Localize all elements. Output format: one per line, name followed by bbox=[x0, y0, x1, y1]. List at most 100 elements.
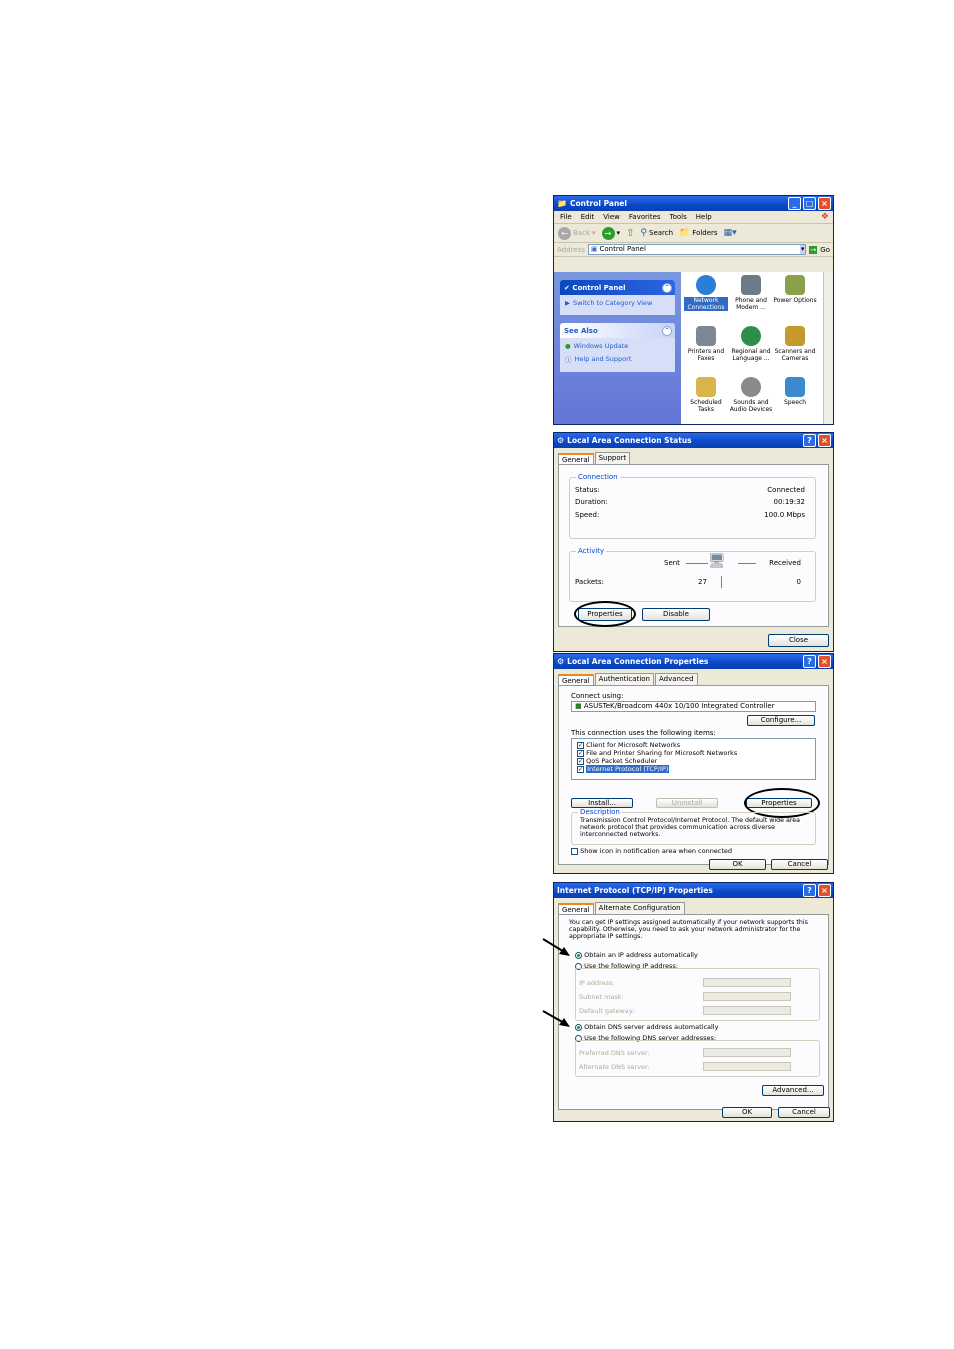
printers-faxes-icon[interactable]: Printers and Faxes bbox=[684, 326, 728, 362]
search-icon: ⚲ bbox=[640, 228, 648, 238]
control-panel-window: 📁 Control Panel _ □ × File Edit View Fav… bbox=[553, 195, 834, 425]
properties-highlight-circle bbox=[574, 601, 636, 627]
menu-view[interactable]: View bbox=[603, 213, 620, 221]
power-options-icon[interactable]: Power Options bbox=[773, 275, 817, 304]
close-button[interactable]: × bbox=[818, 884, 831, 897]
obtain-dns-radio[interactable]: Obtain DNS server address automatically bbox=[575, 1023, 718, 1031]
collapse-icon[interactable]: ⌃ bbox=[662, 325, 672, 336]
lan-properties-titlebar[interactable]: ⚙ Local Area Connection Properties ? × bbox=[554, 654, 833, 669]
tab-strip: General Alternate Configuration bbox=[554, 898, 833, 915]
phone-modem-icon[interactable]: Phone and Modem ... bbox=[729, 275, 773, 311]
help-button[interactable]: ? bbox=[803, 884, 816, 897]
list-item-selected[interactable]: ✓ Internet Protocol (TCP/IP) bbox=[577, 765, 670, 773]
menu-help[interactable]: Help bbox=[696, 213, 712, 221]
forward-arrow-icon: → bbox=[601, 226, 615, 240]
help-button[interactable]: ? bbox=[803, 434, 816, 447]
scanners-cameras-icon[interactable]: Scanners and Cameras bbox=[773, 326, 817, 362]
close-button[interactable]: × bbox=[818, 434, 831, 447]
go-button[interactable]: Go bbox=[820, 246, 830, 254]
computers-icon: 🖥 bbox=[708, 553, 726, 569]
menu-edit[interactable]: Edit bbox=[581, 213, 595, 221]
menu-tools[interactable]: Tools bbox=[670, 213, 687, 221]
scheduled-tasks-icon[interactable]: Scheduled Tasks bbox=[684, 377, 728, 413]
menu-file[interactable]: File bbox=[560, 213, 572, 221]
go-arrow-icon[interactable]: → bbox=[809, 245, 818, 254]
camera-icon bbox=[785, 326, 805, 346]
vertical-scrollbar[interactable] bbox=[823, 272, 833, 424]
list-item[interactable]: ✓ Client for Microsoft Networks bbox=[577, 741, 680, 749]
install-button[interactable]: Install... bbox=[571, 798, 633, 808]
maximize-button[interactable]: □ bbox=[803, 197, 816, 210]
advanced-button[interactable]: Advanced... bbox=[762, 1085, 824, 1096]
help-support-link[interactable]: ⓘ Help and Support bbox=[565, 354, 670, 364]
globe-icon: ● bbox=[565, 342, 571, 350]
address-input[interactable]: ▣ Control Panel ▾ bbox=[587, 244, 807, 255]
close-button[interactable]: × bbox=[818, 655, 831, 668]
configure-button[interactable]: Configure... bbox=[747, 715, 815, 726]
network-card-icon: ■ bbox=[575, 702, 582, 710]
checkmark-icon: ✔ bbox=[564, 283, 570, 292]
cancel-button[interactable]: Cancel bbox=[771, 859, 828, 870]
help-button[interactable]: ? bbox=[803, 655, 816, 668]
tab-strip: General Authentication Advanced bbox=[554, 669, 833, 686]
tab-strip: General Support bbox=[554, 448, 833, 465]
switch-category-view-link[interactable]: ▶ Switch to Category View bbox=[565, 299, 670, 307]
lan-status-titlebar[interactable]: ⚙ Local Area Connection Status ? × bbox=[554, 433, 833, 448]
folder-icon: 📁 bbox=[679, 228, 691, 238]
activity-line-left bbox=[686, 563, 708, 564]
preferred-dns-field bbox=[703, 1048, 791, 1057]
views-icon[interactable]: ▦▾ bbox=[724, 228, 737, 238]
close-button[interactable]: × bbox=[818, 197, 831, 210]
list-item[interactable]: ✓ QoS Packet Scheduler bbox=[577, 757, 657, 765]
chevron-down-icon: ▾ bbox=[616, 229, 621, 237]
menu-favorites[interactable]: Favorites bbox=[629, 213, 661, 221]
speech-icon[interactable]: Speech bbox=[773, 377, 817, 406]
activity-group: Activity Sent 🖥 Received Packets: 27 0 bbox=[569, 547, 816, 602]
up-folder-icon[interactable]: ⇧ bbox=[626, 228, 634, 239]
description-group: Description Transmission Control Protoco… bbox=[571, 808, 816, 845]
lan-status-window: ⚙ Local Area Connection Status ? × Gener… bbox=[553, 432, 834, 652]
window-title: Control Panel bbox=[569, 199, 627, 208]
windows-update-link[interactable]: ● Windows Update bbox=[565, 342, 670, 350]
globe-icon bbox=[741, 326, 761, 346]
minimize-button[interactable]: _ bbox=[788, 197, 801, 210]
chevron-down-icon: ▾ bbox=[592, 229, 596, 237]
notify-checkbox[interactable]: Show icon in notification area when conn… bbox=[571, 847, 732, 855]
network-icon: ⚙ bbox=[557, 436, 565, 445]
back-arrow-icon: ← bbox=[558, 226, 571, 240]
tab-advanced[interactable]: Advanced bbox=[654, 673, 698, 685]
address-bar: Address ▣ Control Panel ▾ → Go bbox=[554, 243, 833, 257]
collapse-icon[interactable]: ⌃ bbox=[662, 282, 672, 293]
lan-properties-window: ⚙ Local Area Connection Properties ? × G… bbox=[553, 653, 834, 874]
network-connections-icon[interactable]: Network Connections bbox=[684, 275, 728, 311]
forward-button[interactable]: → ▾ bbox=[601, 226, 621, 240]
tab-authentication[interactable]: Authentication bbox=[594, 673, 654, 685]
control-panel-box-header[interactable]: ✔ Control Panel ⌃ bbox=[560, 280, 675, 295]
disable-button[interactable]: Disable bbox=[642, 608, 710, 621]
sounds-audio-icon[interactable]: Sounds and Audio Devices bbox=[729, 377, 773, 413]
list-item[interactable]: ✓ File and Printer Sharing for Microsoft… bbox=[577, 749, 737, 757]
folder-icon: 📁 bbox=[557, 199, 567, 208]
ok-button[interactable]: OK bbox=[722, 1107, 772, 1118]
task-folder-icon bbox=[696, 377, 716, 397]
tcpip-titlebar[interactable]: Internet Protocol (TCP/IP) Properties ? … bbox=[554, 883, 833, 898]
ok-button[interactable]: OK bbox=[709, 859, 766, 870]
regional-language-icon[interactable]: Regional and Language ... bbox=[729, 326, 773, 362]
close-dialog-button[interactable]: Close bbox=[768, 634, 829, 647]
back-button[interactable]: ← Back ▾ bbox=[558, 226, 596, 240]
cancel-button[interactable]: Cancel bbox=[778, 1107, 830, 1118]
tab-alternate-configuration[interactable]: Alternate Configuration bbox=[594, 902, 685, 914]
icon-area: Network Connections Phone and Modem ... Po… bbox=[681, 272, 823, 424]
network-globe-icon bbox=[696, 275, 716, 295]
alternate-dns-field bbox=[703, 1062, 791, 1071]
search-button[interactable]: ⚲ Search bbox=[640, 228, 673, 238]
obtain-ip-radio[interactable]: Obtain an IP address automatically bbox=[575, 951, 698, 959]
see-also-header[interactable]: See Also ⌃ bbox=[560, 323, 675, 338]
folders-button[interactable]: 📁 Folders bbox=[679, 228, 718, 238]
subnet-mask-field bbox=[703, 992, 791, 1001]
chevron-down-icon[interactable]: ▾ bbox=[799, 245, 806, 254]
control-panel-titlebar[interactable]: 📁 Control Panel _ □ × bbox=[554, 196, 833, 211]
tab-support[interactable]: Support bbox=[594, 452, 631, 464]
activity-divider bbox=[721, 576, 722, 588]
control-panel-box: ✔ Control Panel ⌃ ▶ Switch to Category V… bbox=[560, 280, 675, 315]
